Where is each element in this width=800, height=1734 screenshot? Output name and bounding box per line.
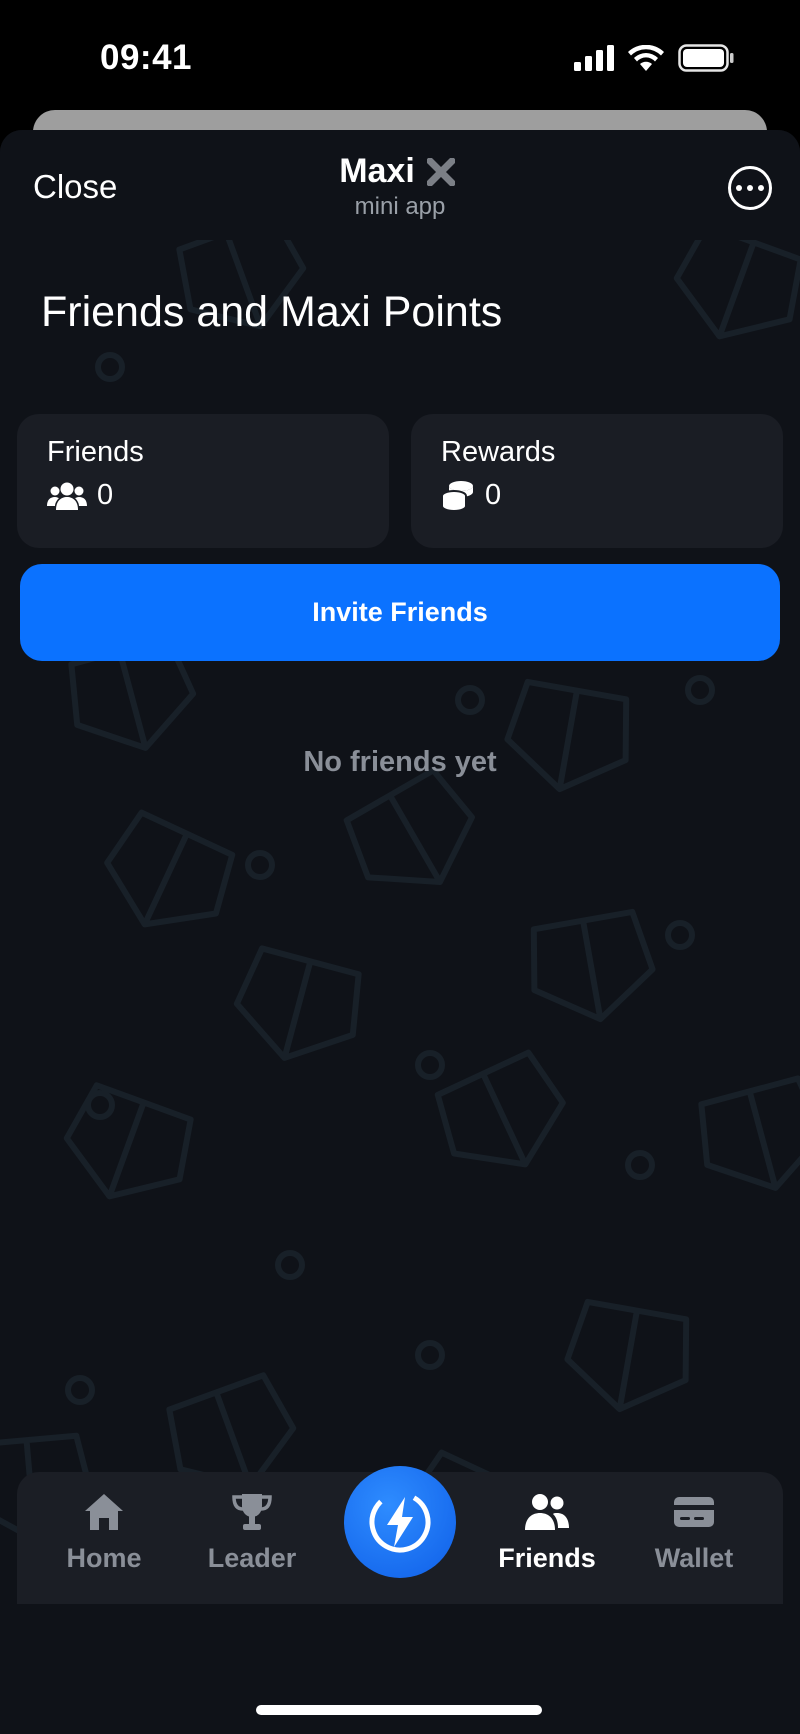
center-action-button[interactable]: [344, 1466, 456, 1578]
status-bar: 09:41: [0, 0, 800, 110]
app-title: Maxi: [339, 152, 415, 190]
friends-card: Friends 0: [17, 414, 389, 548]
more-dot-icon: [747, 185, 753, 191]
home-icon: [85, 1494, 123, 1530]
wallet-icon: [674, 1497, 714, 1527]
friends-card-label: Friends: [47, 436, 144, 468]
page-title: Friends and Maxi Points: [41, 288, 503, 336]
tab-leader[interactable]: Leader: [187, 1492, 317, 1574]
empty-state-text: No friends yet: [303, 746, 497, 778]
title-block: Maxi mini app: [0, 152, 800, 221]
status-time: 09:41: [100, 38, 193, 77]
tab-label: Leader: [207, 1543, 297, 1573]
more-options-button[interactable]: [728, 166, 772, 210]
app-subtitle: mini app: [354, 193, 446, 220]
trophy-icon: [232, 1494, 272, 1530]
x-logo-icon: [426, 157, 455, 186]
bottom-tab-bar: Home Leader Friends Wallet: [17, 1466, 783, 1604]
users-icon: [525, 1494, 569, 1530]
tab-wallet[interactable]: Wallet: [629, 1492, 759, 1574]
tab-home[interactable]: Home: [39, 1492, 169, 1574]
tab-friends[interactable]: Friends: [482, 1492, 612, 1574]
lightning-icon: [369, 1491, 431, 1553]
tab-label: Home: [66, 1543, 142, 1573]
rewards-card: Rewards 0: [411, 414, 783, 548]
wifi-icon: [628, 45, 664, 71]
coins-icon: [441, 480, 473, 512]
more-dot-icon: [736, 185, 742, 191]
mini-app-header: Close Maxi mini app: [0, 130, 800, 240]
friends-count: 0: [97, 479, 114, 511]
friends-card-value-row: 0: [47, 479, 359, 512]
status-icons: [574, 44, 734, 72]
rewards-count: 0: [485, 479, 502, 511]
home-indicator[interactable]: [256, 1705, 542, 1715]
tab-label: Friends: [498, 1543, 596, 1573]
more-dot-icon: [758, 185, 764, 191]
rewards-card-value-row: 0: [441, 479, 753, 512]
tab-label: Wallet: [654, 1543, 734, 1573]
users-icon: [47, 482, 87, 510]
battery-icon: [678, 44, 734, 72]
signal-icon: [574, 45, 614, 71]
title-row: Maxi: [339, 152, 455, 191]
invite-friends-button[interactable]: Invite Friends: [20, 564, 780, 661]
rewards-card-label: Rewards: [441, 436, 556, 468]
